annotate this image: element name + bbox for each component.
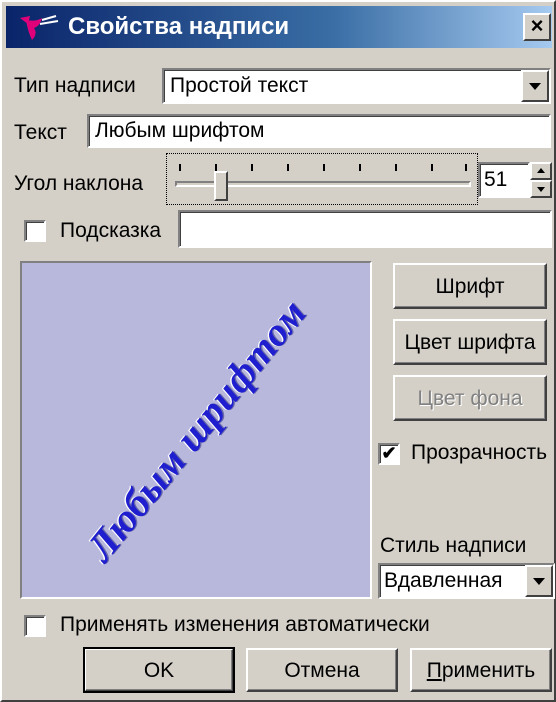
slider-tick	[179, 164, 181, 171]
angle-spin-up[interactable]	[530, 162, 552, 180]
transparency-label: Прозрачность	[411, 441, 548, 464]
slider-tick	[323, 164, 325, 171]
style-dropdown-button[interactable]	[525, 565, 553, 597]
app-logo-icon	[20, 15, 59, 40]
label-type-value: Простой текст	[170, 74, 309, 97]
font-color-button[interactable]: Цвет шрифта	[393, 319, 547, 365]
font-color-button-label: Цвет шрифта	[404, 331, 536, 354]
hint-input[interactable]	[178, 210, 552, 248]
cancel-button[interactable]: Отмена	[246, 648, 398, 692]
spin-down-icon	[537, 187, 545, 192]
hint-label: Подсказка	[60, 219, 162, 242]
font-button-label: Шрифт	[435, 275, 505, 298]
style-select[interactable]: Вдавленная	[378, 563, 555, 599]
hint-checkbox[interactable]	[24, 220, 46, 242]
slider-tick	[465, 164, 467, 171]
preview-text: Любым шрифтом	[77, 290, 315, 570]
label-type-select[interactable]: Простой текст	[162, 68, 551, 104]
spin-up-icon	[537, 168, 545, 173]
chevron-down-icon	[529, 83, 541, 90]
dialog-window: Свойства надписи × Тип надписи Простой т…	[0, 0, 556, 702]
title-bar[interactable]: Свойства надписи ×	[6, 6, 552, 48]
angle-value: 51	[484, 168, 508, 191]
slider-tick	[215, 164, 217, 171]
auto-apply-checkbox[interactable]	[24, 615, 46, 637]
text-input-value: Любым шрифтом	[95, 119, 265, 142]
slider-tick	[395, 164, 397, 171]
bg-color-button[interactable]: Цвет фона	[393, 375, 547, 421]
transparency-checkbox[interactable]: ✔	[378, 443, 400, 465]
window-title: Свойства надписи	[68, 13, 290, 40]
apply-button-label: Применить	[426, 659, 536, 682]
style-label: Стиль надписи	[380, 534, 527, 557]
cancel-button-label: Отмена	[284, 659, 360, 682]
slider-tick	[287, 164, 289, 171]
slider-tick	[359, 164, 361, 171]
style-value: Вдавленная	[384, 569, 503, 592]
close-button[interactable]: ×	[523, 13, 551, 41]
angle-value-field[interactable]: 51	[478, 162, 530, 198]
label-type-label: Тип надписи	[14, 74, 136, 97]
slider-tick	[431, 164, 433, 171]
close-icon: ×	[530, 13, 544, 38]
label-type-dropdown-button[interactable]	[521, 70, 549, 102]
angle-label: Угол наклона	[14, 172, 144, 195]
angle-slider[interactable]	[166, 153, 478, 205]
text-input[interactable]: Любым шрифтом	[87, 114, 551, 148]
ok-button-label: OK	[143, 659, 175, 682]
text-label: Текст	[14, 121, 67, 144]
font-button[interactable]: Шрифт	[393, 263, 547, 309]
angle-spin-down[interactable]	[530, 180, 552, 198]
check-icon: ✔	[381, 443, 397, 463]
bg-color-button-label: Цвет фона	[417, 387, 523, 410]
slider-thumb[interactable]	[214, 171, 229, 201]
slider-tick	[251, 164, 253, 171]
apply-button[interactable]: Применить	[410, 648, 552, 692]
auto-apply-label: Применять изменения автоматически	[60, 613, 430, 636]
ok-button[interactable]: OK	[83, 647, 235, 693]
chevron-down-icon	[533, 578, 545, 585]
preview-area: Любым шрифтом	[20, 261, 372, 599]
